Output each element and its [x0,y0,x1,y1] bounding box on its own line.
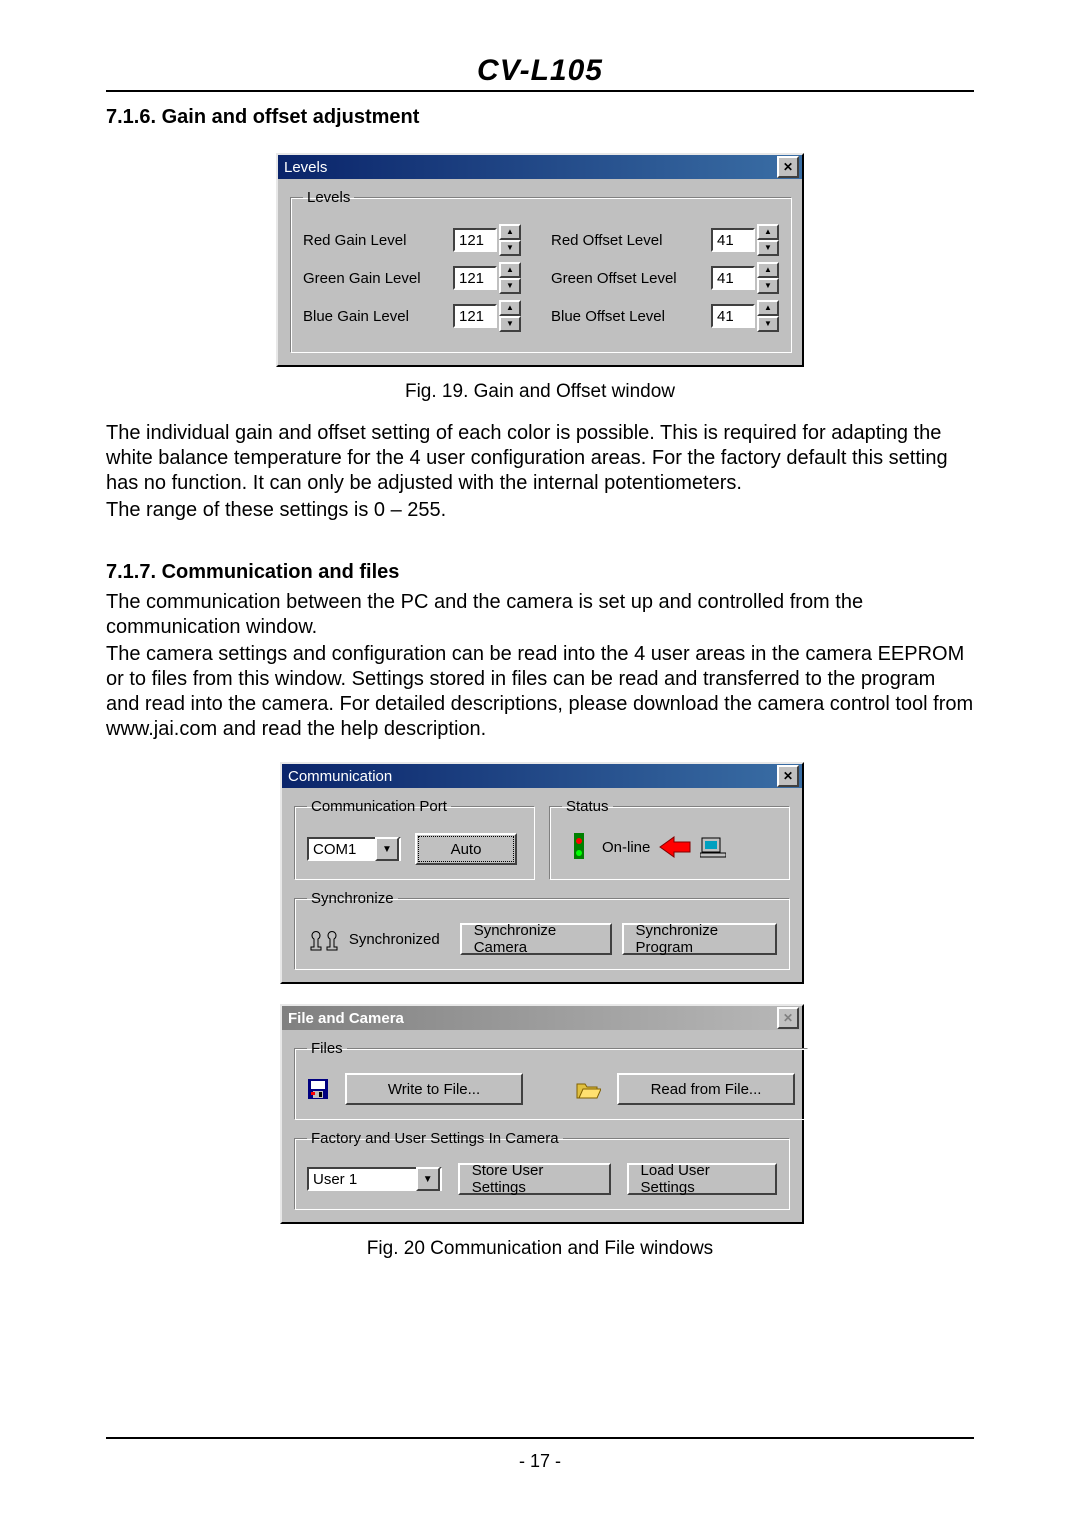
store-user-settings-button[interactable]: Store User Settings [458,1163,611,1195]
blue-offset-input[interactable]: 41 [711,304,755,328]
load-user-settings-button[interactable]: Load User Settings [627,1163,777,1195]
blue-gain-label: Blue Gain Level [303,308,453,325]
spin-down-icon[interactable]: ▼ [499,278,521,294]
auto-button[interactable]: Auto [415,833,517,865]
traffic-light-icon [562,831,594,863]
factory-user-legend: Factory and User Settings In Camera [307,1130,563,1147]
sec1-para1: The individual gain and offset setting o… [106,421,974,496]
spin-down-icon[interactable]: ▼ [757,278,779,294]
status-group: Status On-line [549,798,790,880]
levels-title: Levels [284,159,327,176]
write-to-file-button[interactable]: Write to File... [345,1073,523,1105]
spin-down-icon[interactable]: ▼ [757,316,779,332]
close-icon[interactable]: ✕ [777,156,799,178]
fig20-caption: Fig. 20 Communication and File windows [106,1238,974,1260]
fig19-caption: Fig. 19. Gain and Offset window [106,381,974,403]
spin-down-icon[interactable]: ▼ [499,316,521,332]
sec1-para2: The range of these settings is 0 – 255. [106,498,974,523]
status-text: On-line [602,839,650,856]
file-titlebar: File and Camera ✕ [282,1006,802,1030]
section-heading-gain-offset: 7.1.6. Gain and offset adjustment [106,106,974,129]
blue-gain-input[interactable]: 121 [453,304,497,328]
sec2-para2: The camera settings and configuration ca… [106,642,974,742]
header-rule [106,90,974,92]
folder-open-icon [575,1078,601,1100]
synchronize-program-button[interactable]: Synchronize Program [622,923,777,955]
communication-window: Communication ✕ Communication Port COM1 … [280,762,804,984]
com-port-value: COM1 [313,841,356,858]
status-legend: Status [562,798,613,815]
communication-title: Communication [288,768,392,785]
red-gain-input[interactable]: 121 [453,228,497,252]
factory-user-group: Factory and User Settings In Camera User… [294,1130,790,1210]
close-icon[interactable]: ✕ [777,1007,799,1029]
levels-group-legend: Levels [303,189,354,206]
levels-group: Levels Red Gain Level 121 ▲▼ Red Offset … [290,189,792,353]
file-title: File and Camera [288,1010,404,1027]
spin-up-icon[interactable]: ▲ [499,262,521,278]
spin-up-icon[interactable]: ▲ [499,300,521,316]
spin-up-icon[interactable]: ▲ [757,300,779,316]
spin-down-icon[interactable]: ▼ [757,240,779,256]
footer-rule [106,1437,974,1439]
communication-titlebar: Communication ✕ [282,764,802,788]
spin-up-icon[interactable]: ▲ [499,224,521,240]
synchronize-group: Synchronize Synchronized Synchronize Cam… [294,890,790,970]
file-and-camera-window: File and Camera ✕ Files Write to File...… [280,1004,804,1224]
doc-title: CV-L105 [106,54,974,88]
spin-up-icon[interactable]: ▲ [757,224,779,240]
files-legend: Files [307,1040,347,1057]
communication-port-legend: Communication Port [307,798,451,815]
section-heading-communication: 7.1.7. Communication and files [106,561,974,584]
spin-up-icon[interactable]: ▲ [757,262,779,278]
chevron-down-icon[interactable]: ▼ [416,1167,440,1191]
green-offset-label: Green Offset Level [551,270,711,287]
synchronize-camera-button[interactable]: Synchronize Camera [460,923,612,955]
spin-down-icon[interactable]: ▼ [499,240,521,256]
page-number: - 17 - [106,1451,974,1472]
read-from-file-button[interactable]: Read from File... [617,1073,795,1105]
user-settings-value: User 1 [313,1171,357,1188]
synchronize-legend: Synchronize [307,890,398,907]
sec2-para1: The communication between the PC and the… [106,590,974,640]
sync-chess-icon [307,926,339,952]
levels-window: Levels ✕ Levels Red Gain Level 121 ▲▼ Re… [276,153,804,367]
arrow-left-icon [658,834,692,860]
blue-offset-label: Blue Offset Level [551,308,711,325]
close-icon[interactable]: ✕ [777,765,799,787]
files-group: Files Write to File... Read from File... [294,1040,808,1120]
green-gain-label: Green Gain Level [303,270,453,287]
com-port-select[interactable]: COM1 ▼ [307,837,401,861]
user-settings-select[interactable]: User 1 ▼ [307,1167,442,1191]
levels-titlebar: Levels ✕ [278,155,802,179]
synchronized-text: Synchronized [349,931,440,948]
green-gain-input[interactable]: 121 [453,266,497,290]
floppy-save-icon [307,1078,329,1100]
communication-port-group: Communication Port COM1 ▼ Auto [294,798,535,880]
chevron-down-icon[interactable]: ▼ [375,837,399,861]
green-offset-input[interactable]: 41 [711,266,755,290]
red-gain-label: Red Gain Level [303,232,453,249]
red-offset-label: Red Offset Level [551,232,711,249]
red-offset-input[interactable]: 41 [711,228,755,252]
computer-icon [700,836,726,858]
